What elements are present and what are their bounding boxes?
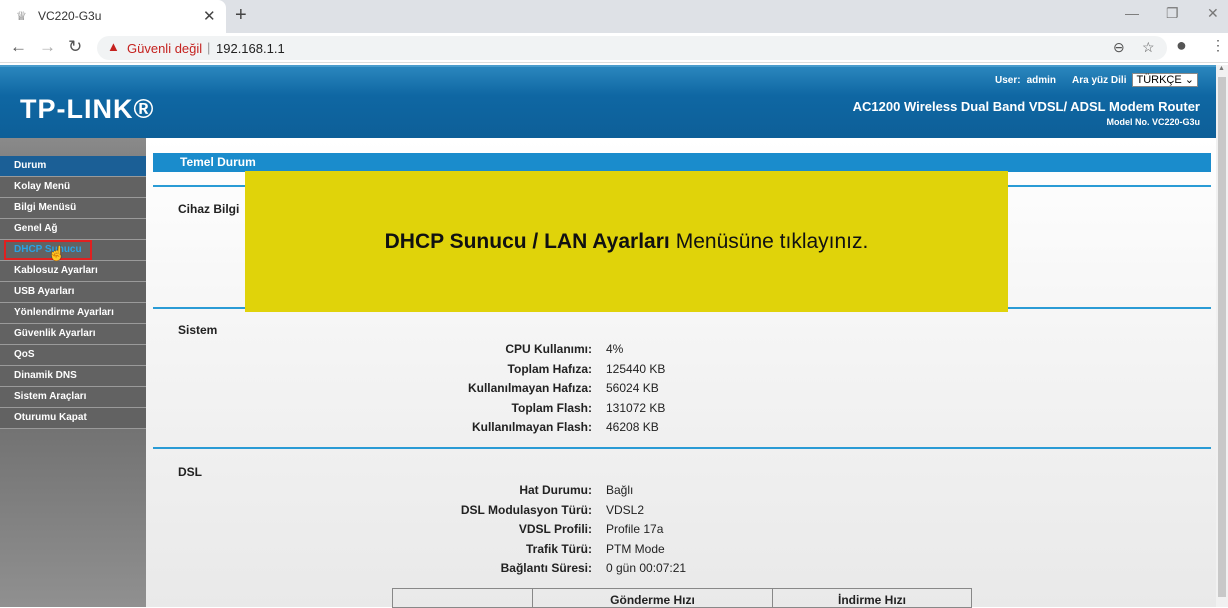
sidebar: Durum Kolay Menü Bilgi Menüsü Genel Ağ DHCP … — [0, 138, 146, 607]
sidebar-item[interactable]: Dinamik DNS — [0, 366, 146, 387]
sidebar-item[interactable]: Kablosuz Ayarları — [0, 261, 146, 282]
info-label: Toplam Flash: — [511, 400, 592, 415]
sidebar-item[interactable]: DHCP Sunucu ☝ — [0, 240, 146, 261]
menu-icon[interactable]: ⋮ — [1211, 37, 1225, 54]
info-label: Bağlantı Süresi: — [500, 561, 592, 575]
new-tab-icon[interactable]: + — [235, 4, 247, 27]
sidebar-item[interactable]: Durum — [0, 156, 146, 177]
sidebar-item[interactable]: Yönlendirme Ayarları — [0, 303, 146, 324]
info-value: PTM Mode — [606, 541, 665, 556]
sidebar-item[interactable]: Sistem Araçları — [0, 387, 146, 408]
info-value: Bağlı — [606, 483, 634, 497]
table-header: Gönderme Hızı — [533, 589, 773, 607]
router-favicon-icon: ♕ — [16, 9, 27, 23]
section-system: Sistem — [178, 323, 218, 337]
sidebar-item[interactable]: QoS — [0, 345, 146, 366]
sidebar-item-label: Yönlendirme Ayarları — [14, 307, 114, 318]
table-header — [393, 589, 533, 607]
info-label: DSL Modulasyon Türü: — [460, 502, 592, 517]
address-bar-row: ← → ↻ ▲ Güvenli değil | 192.168.1.1 ⊖ ☆ … — [0, 33, 1228, 63]
info-value: 4% — [606, 342, 624, 356]
sidebar-item-label: Durum — [14, 160, 47, 171]
minimize-icon[interactable]: — — [1125, 5, 1139, 21]
chevron-down-icon: ⌄ — [1184, 74, 1194, 86]
close-tab-icon[interactable]: ✕ — [203, 7, 216, 25]
language-value: TÜRKÇE — [1136, 74, 1182, 86]
tab-bar: ♕ VC220-G3u ✕ + — ❐ ✕ — [0, 0, 1228, 33]
page-title: Temel Durum — [153, 153, 1211, 172]
instruction-overlay: DHCP Sunucu / LAN Ayarları Menüsüne tıkl… — [245, 171, 1008, 312]
info-label: Kullanılmayan Flash: — [471, 420, 592, 434]
sidebar-item-label: Oturumu Kapat — [14, 412, 87, 423]
info-label: VDSL Profili: — [518, 522, 592, 536]
sidebar-item-label: Güvenlik Ayarları — [14, 328, 96, 339]
profile-icon[interactable]: ● — [1176, 35, 1187, 56]
sidebar-item-label: USB Ayarları — [14, 286, 75, 297]
forward-icon[interactable]: → — [39, 37, 56, 57]
sidebar-item-label: Bilgi Menüsü — [14, 202, 77, 213]
sidebar-item-label: Kolay Menü — [14, 181, 71, 192]
security-status[interactable]: Güvenli değil — [127, 41, 202, 56]
scrollbar[interactable]: ▲ — [1216, 65, 1228, 607]
overlay-bold-text: DHCP Sunucu / LAN Ayarları — [384, 229, 670, 253]
close-window-icon[interactable]: ✕ — [1207, 5, 1219, 22]
hand-cursor-icon: ☝ — [48, 245, 66, 261]
sidebar-item-label: Kablosuz Ayarları — [14, 265, 98, 276]
divider — [153, 447, 1211, 449]
tab-title: VC220-G3u — [38, 9, 102, 23]
scrollbar-thumb[interactable] — [1218, 77, 1226, 597]
sidebar-item-label: Dinamik DNS — [14, 370, 77, 381]
info-label: CPU Kullanımı: — [505, 342, 592, 356]
user-label: User: — [994, 74, 1021, 86]
restore-icon[interactable]: ❐ — [1166, 5, 1179, 22]
info-label: Toplam Hafıza: — [507, 361, 592, 376]
zoom-icon[interactable]: ⊖ — [1113, 39, 1125, 56]
sidebar-menu: Durum Kolay Menü Bilgi Menüsü Genel Ağ DHCP … — [0, 156, 146, 429]
sidebar-item-label: Sistem Araçları — [14, 391, 87, 402]
warning-icon[interactable]: ▲ — [107, 39, 120, 54]
section-dsl: DSL — [178, 465, 202, 479]
address-input[interactable]: ▲ Güvenli değil | 192.168.1.1 ⊖ ☆ — [97, 36, 1167, 60]
scroll-up-icon[interactable]: ▲ — [1218, 65, 1225, 72]
user-name: admin — [1026, 74, 1057, 86]
info-label: Kullanılmayan Hafıza: — [467, 381, 592, 395]
sidebar-item-label: QoS — [14, 349, 35, 360]
sidebar-item[interactable]: Genel Ağ — [0, 219, 146, 240]
info-value: 125440 KB — [606, 361, 666, 376]
url-text[interactable]: 192.168.1.1 — [216, 41, 285, 56]
sidebar-item[interactable]: Oturumu Kapat — [0, 408, 146, 429]
reload-icon[interactable]: ↻ — [68, 37, 82, 57]
section-device-info: Cihaz Bilgi — [178, 202, 240, 216]
info-value: Profile 17a — [606, 522, 664, 536]
divider: | — [207, 40, 211, 55]
info-value: 131072 KB — [606, 400, 666, 415]
info-value: 56024 KB — [606, 381, 659, 395]
user-info: User: admin Ara yüz Dili TÜRKÇE ⌄ — [995, 73, 1198, 87]
info-value: 46208 KB — [606, 420, 659, 434]
sidebar-item[interactable]: Bilgi Menüsü — [0, 198, 146, 219]
sidebar-item[interactable]: Kolay Menü — [0, 177, 146, 198]
star-icon[interactable]: ☆ — [1142, 39, 1155, 56]
sidebar-item[interactable]: Güvenlik Ayarları — [0, 324, 146, 345]
sidebar-item[interactable]: USB Ayarları — [0, 282, 146, 303]
back-icon[interactable]: ← — [10, 37, 27, 57]
table-header: İndirme Hızı — [837, 593, 906, 607]
info-value: 0 gün 00:07:21 — [606, 561, 687, 575]
model-number: Model No. VC220-G3u — [1106, 117, 1200, 127]
info-value: VDSL2 — [606, 502, 645, 517]
dsl-rate-table-header: Gönderme Hızı İndirme Hızı — [392, 588, 972, 608]
sidebar-item-label: Genel Ağ — [14, 223, 58, 234]
info-label: Trafik Türü: — [525, 541, 592, 556]
router-header: TP-LINK® User: admin Ara yüz Dili TÜRKÇE… — [0, 65, 1216, 138]
info-label: Hat Durumu: — [519, 483, 592, 497]
language-label: Ara yüz Dili — [1072, 74, 1127, 86]
browser-tab[interactable]: ♕ VC220-G3u ✕ — [0, 0, 226, 33]
overlay-text: Menüsüne tıklayınız. — [675, 229, 869, 253]
language-select[interactable]: TÜRKÇE ⌄ — [1132, 73, 1198, 87]
tplink-logo: TP-LINK® — [20, 94, 155, 124]
product-name: AC1200 Wireless Dual Band VDSL/ ADSL Mod… — [852, 99, 1200, 114]
